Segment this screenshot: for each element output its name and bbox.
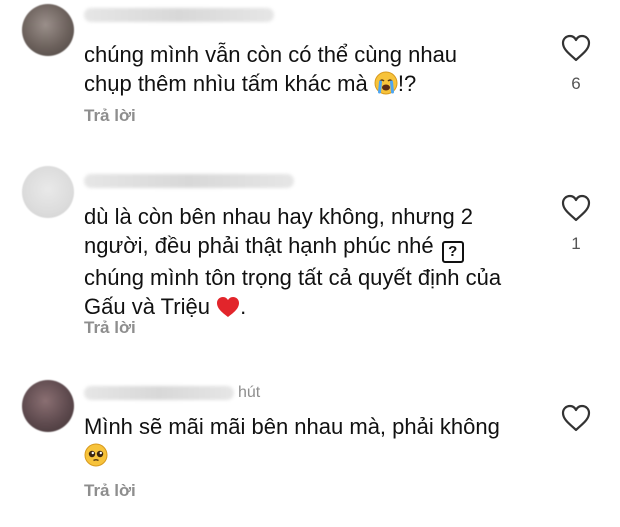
pleading-face-emoji-icon <box>84 443 108 474</box>
avatar[interactable] <box>22 166 74 218</box>
reply-button[interactable]: Trả lời <box>84 481 136 501</box>
like-count: 1 <box>571 234 581 253</box>
comment-text: dù là còn bên nhau hay không, nhưng 2 ng… <box>84 202 564 325</box>
reply-button[interactable]: Trả lời <box>84 318 136 338</box>
username-blurred[interactable] <box>84 386 234 400</box>
username-suffix: hút <box>238 384 261 401</box>
heart-outline-icon[interactable] <box>561 404 591 432</box>
comment-text: Mình sẽ mãi mãi bên nhau mà, phải không <box>84 412 564 474</box>
username-blurred[interactable] <box>84 174 294 188</box>
heart-outline-icon[interactable] <box>561 194 591 222</box>
username-blurred[interactable] <box>84 8 274 22</box>
reply-button[interactable]: Trả lời <box>84 106 136 126</box>
avatar[interactable] <box>22 380 74 432</box>
heart-outline-icon[interactable] <box>561 34 591 62</box>
comment-text: chúng mình vẫn còn có thể cùng nhau chụp… <box>84 40 564 102</box>
avatar[interactable] <box>22 4 74 56</box>
like-count: 6 <box>571 74 581 93</box>
unknown-glyph-box-icon: ? <box>441 241 464 263</box>
crying-face-emoji-icon <box>374 71 398 102</box>
red-heart-emoji-icon <box>216 296 240 325</box>
